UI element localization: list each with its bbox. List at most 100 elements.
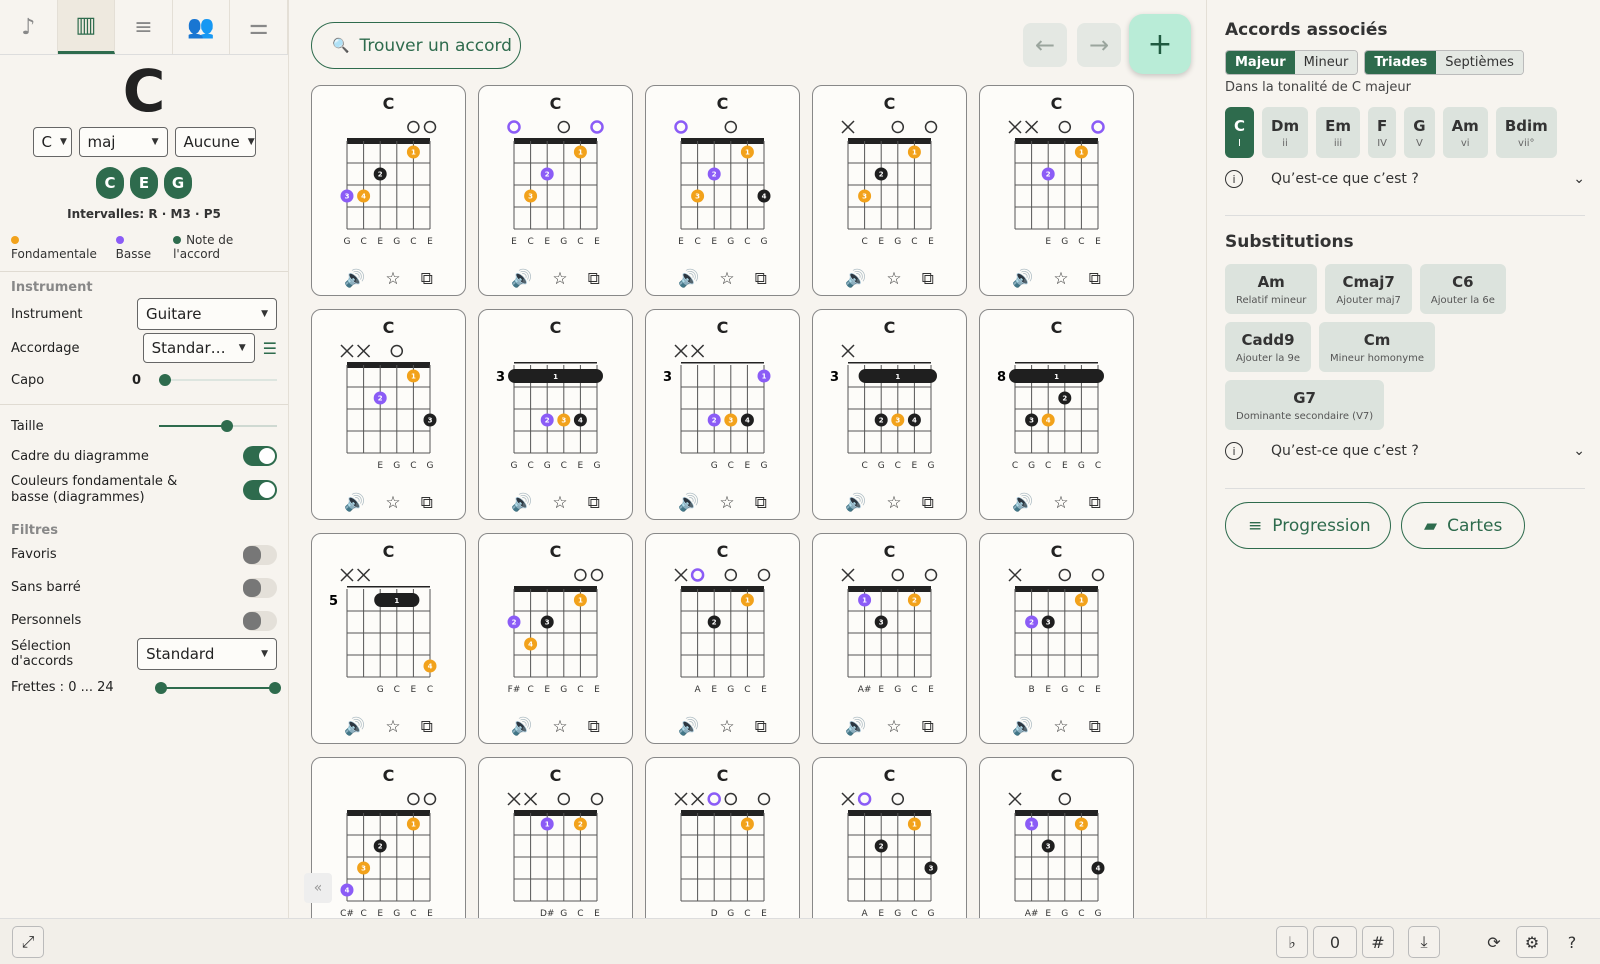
copy-icon[interactable]: ⧉ (755, 717, 767, 737)
favorites-toggle[interactable] (243, 544, 277, 565)
capo-slider[interactable] (159, 374, 277, 386)
copy-icon[interactable]: ⧉ (922, 493, 934, 513)
copy-icon[interactable]: ⧉ (922, 717, 934, 737)
copy-icon[interactable]: ⧉ (1089, 493, 1101, 513)
note-chip[interactable]: G (164, 167, 192, 199)
star-icon[interactable]: ☆ (886, 493, 901, 513)
chord-card[interactable]: 3 1 2 3 4 G C G C E G C 🔊 ☆ ⧉ (478, 309, 633, 520)
sharp-button[interactable]: # (1362, 926, 1394, 958)
frets-knob-min[interactable] (155, 681, 167, 694)
copy-icon[interactable]: ⧉ (421, 493, 433, 513)
personal-toggle[interactable] (243, 610, 277, 631)
quality-select[interactable]: maj ▼ (78, 127, 168, 157)
sevenths-option[interactable]: Septièmes (1436, 51, 1523, 74)
download-icon[interactable]: ⤓ (1408, 926, 1440, 958)
copy-icon[interactable]: ⧉ (922, 269, 934, 289)
degree-chip[interactable]: F IV (1368, 107, 1397, 158)
substitution-chip[interactable]: C6 Ajouter la 6e (1419, 264, 1506, 314)
star-icon[interactable]: ☆ (385, 269, 400, 289)
speaker-icon[interactable]: 🔊 (511, 493, 532, 513)
what-row-1[interactable]: i Qu’est-ce que c’est ? ⌄ (1225, 170, 1585, 188)
star-icon[interactable]: ☆ (1053, 717, 1068, 737)
chord-card[interactable]: 1 2 3 A# E G C E C 🔊 ☆ ⧉ (812, 533, 967, 744)
gear-icon[interactable]: ⚙ (1516, 926, 1548, 958)
instrument-select[interactable]: Guitare ▼ (137, 298, 277, 330)
major-option[interactable]: Majeur (1226, 51, 1295, 74)
chord-card[interactable]: 1 2 3 4 G C E G C E C 🔊 ☆ ⧉ (311, 85, 466, 296)
star-icon[interactable]: ☆ (552, 269, 567, 289)
playlist-icon[interactable]: ≡ (115, 0, 173, 54)
progression-button[interactable]: ≡ Progression (1225, 502, 1391, 549)
speaker-icon[interactable]: 🔊 (1012, 493, 1033, 513)
speaker-icon[interactable]: 🔊 (845, 717, 866, 737)
chord-card[interactable]: 5 1 4 G C E C C 🔊 ☆ ⧉ (311, 533, 466, 744)
chord-card[interactable]: 1DGCEC🔊☆⧉ (645, 757, 800, 918)
chord-card[interactable]: 1 2 3 B E G C E C 🔊 ☆ ⧉ (979, 533, 1134, 744)
triads-option[interactable]: Triades (1365, 51, 1437, 74)
help-icon[interactable]: ? (1556, 926, 1588, 958)
copy-icon[interactable]: ⧉ (588, 717, 600, 737)
cards-button[interactable]: ▰ Cartes (1401, 502, 1525, 549)
speaker-icon[interactable]: 🔊 (678, 269, 699, 289)
star-icon[interactable]: ☆ (552, 493, 567, 513)
speaker-icon[interactable]: 🔊 (1012, 269, 1033, 289)
speaker-icon[interactable]: 🔊 (845, 493, 866, 513)
copy-icon[interactable]: ⧉ (755, 269, 767, 289)
tuning-select[interactable]: Standar… ▼ (142, 333, 255, 363)
nobarre-toggle[interactable] (243, 577, 277, 598)
chord-card[interactable]: 1 2 3 E G C G C 🔊 ☆ ⧉ (311, 309, 466, 520)
star-icon[interactable]: ☆ (886, 717, 901, 737)
chord-card[interactable]: 1 2 3 4 F# C E G C E C 🔊 ☆ ⧉ (478, 533, 633, 744)
copy-icon[interactable]: ⧉ (755, 493, 767, 513)
star-icon[interactable]: ☆ (385, 717, 400, 737)
degree-chip[interactable]: GV (1404, 107, 1435, 158)
collapse-sidebar-icon[interactable]: « (304, 873, 332, 903)
forward-arrow-icon[interactable]: → (1077, 23, 1121, 67)
piano-icon[interactable]: ▥ (57, 0, 116, 54)
degree-chip[interactable]: Bdim vii° (1495, 107, 1557, 158)
star-icon[interactable]: ☆ (1053, 493, 1068, 513)
speaker-icon[interactable]: 🔊 (344, 269, 365, 289)
substitution-chip[interactable]: G7 Dominante secondaire (V7) (1225, 380, 1385, 430)
chord-card[interactable]: 1 2 3 C E G C E C 🔊 ☆ ⧉ (812, 85, 967, 296)
frets-slider[interactable] (155, 681, 281, 694)
copy-icon[interactable]: ⧉ (421, 717, 433, 737)
chord-card[interactable]: 1234C#CEGCEC🔊☆⧉ (311, 757, 466, 918)
speaker-icon[interactable]: 🔊 (1012, 717, 1033, 737)
music-note-icon[interactable]: ♪ (0, 0, 58, 54)
degree-chip[interactable]: CI (1225, 107, 1255, 158)
back-arrow-icon[interactable]: ← (1023, 23, 1067, 67)
copy-icon[interactable]: ⧉ (588, 269, 600, 289)
sliders-icon[interactable]: ⚌ (230, 0, 288, 54)
star-icon[interactable]: ☆ (719, 269, 734, 289)
speaker-icon[interactable]: 🔊 (678, 717, 699, 737)
what-row-2[interactable]: i Qu’est-ce que c’est ? ⌄ (1225, 442, 1585, 460)
chord-card[interactable]: 3 1 2 3 4 C G C E G C 🔊 ☆ ⧉ (812, 309, 967, 520)
substitution-chip[interactable]: Am Relatif mineur (1225, 264, 1318, 314)
capo-slider-knob[interactable] (159, 374, 171, 386)
people-icon[interactable]: 👥 (173, 0, 231, 54)
flat-button[interactable]: ♭ (1276, 926, 1308, 958)
tuning-settings-icon[interactable]: ☰ (263, 339, 277, 358)
chord-card[interactable]: 8 1 2 3 4 C G C E G C C 🔊 ☆ ⧉ (979, 309, 1134, 520)
find-chord-button[interactable]: 🔍 Trouver un accord (311, 22, 521, 69)
chord-card[interactable]: 123AEGCGC🔊☆⧉ (812, 757, 967, 918)
substitution-chip[interactable]: Cadd9 Ajouter la 9e (1225, 322, 1312, 372)
selection-select[interactable]: Standard ▼ (137, 638, 277, 670)
star-icon[interactable]: ☆ (719, 717, 734, 737)
expand-icon[interactable]: ⤢ (12, 926, 44, 958)
degree-chip[interactable]: Am vi (1442, 107, 1488, 158)
substitution-chip[interactable]: Cmaj7 Ajouter maj7 (1325, 264, 1412, 314)
star-icon[interactable]: ☆ (719, 493, 734, 513)
size-slider[interactable] (159, 420, 277, 432)
size-slider-knob[interactable] (221, 420, 233, 432)
chord-card[interactable]: 1 2 E G C E C 🔊 ☆ ⧉ (979, 85, 1134, 296)
colors-toggle[interactable] (243, 480, 277, 500)
speaker-icon[interactable]: 🔊 (344, 717, 365, 737)
note-chip[interactable]: E (130, 167, 158, 199)
chord-card[interactable]: 12D#GCEC🔊☆⧉ (478, 757, 633, 918)
speaker-icon[interactable]: 🔊 (511, 269, 532, 289)
star-icon[interactable]: ☆ (1053, 269, 1068, 289)
speaker-icon[interactable]: 🔊 (845, 269, 866, 289)
substitution-chip[interactable]: Cm Mineur homonyme (1319, 322, 1436, 372)
